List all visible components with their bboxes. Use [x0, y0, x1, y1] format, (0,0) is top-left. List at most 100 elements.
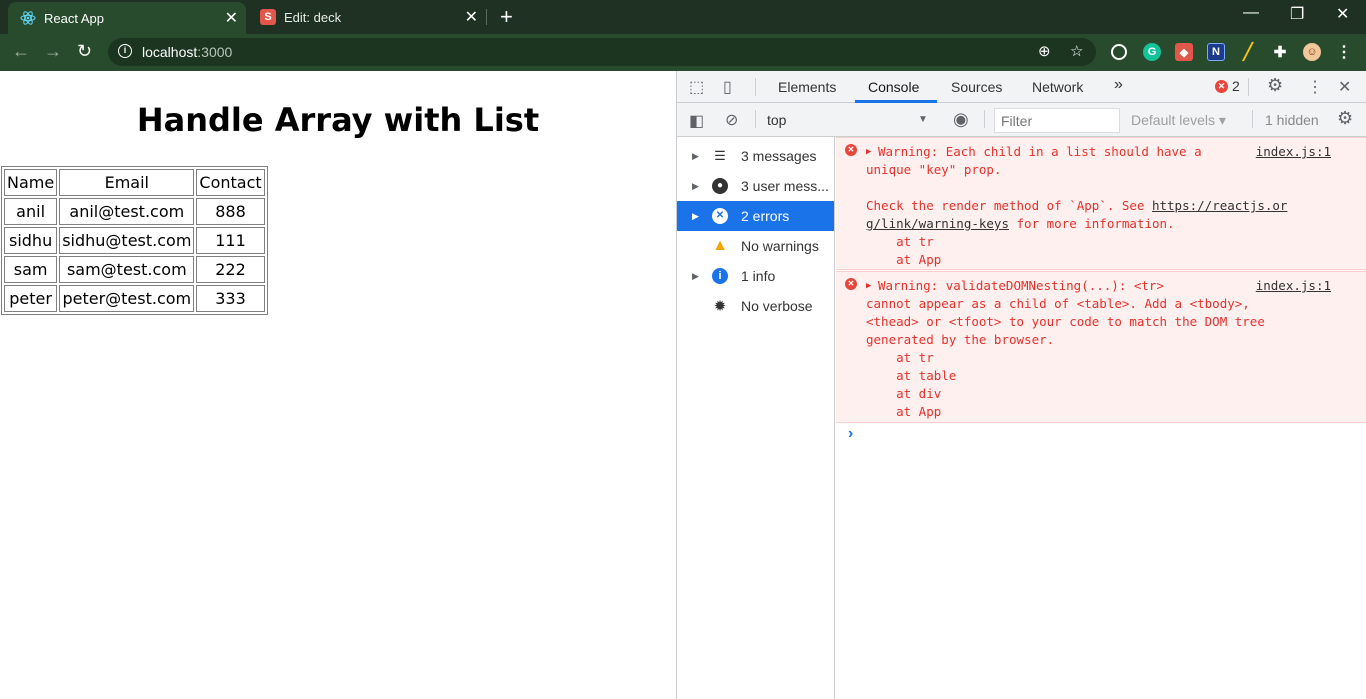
table-cell: 333	[196, 285, 265, 312]
error-icon: ✕	[845, 144, 857, 156]
expand-triangle-icon[interactable]: ▶	[866, 143, 871, 161]
table-header-cell: Contact	[196, 169, 265, 196]
new-tab-button[interactable]: +	[500, 5, 513, 29]
console-sidebar: ▶ ☰ 3 messages ▶ ● 3 user mess... ▶ ✕ 2 …	[677, 137, 835, 699]
table-cell: 111	[196, 227, 265, 254]
source-link[interactable]: index.js:1	[1256, 278, 1331, 293]
address-bar[interactable]: i localhost:3000 ⊕ ☆	[108, 38, 1096, 66]
chevron-down-icon[interactable]: ▼	[918, 114, 928, 125]
sidebar-item-messages[interactable]: ▶ ☰ 3 messages	[677, 141, 834, 171]
source-link[interactable]: index.js:1	[1256, 144, 1331, 159]
site-info-icon[interactable]: i	[118, 44, 132, 58]
bookmark-star-icon[interactable]: ☆	[1070, 42, 1083, 60]
divider	[755, 78, 756, 96]
sidebar-item-verbose[interactable]: ✹ No verbose	[677, 291, 834, 321]
docs-link[interactable]: https://reactjs.or	[1152, 198, 1287, 213]
sidebar-item-info[interactable]: ▶ i 1 info	[677, 261, 834, 291]
console-error-message[interactable]: ✕ ▶ Warning: Each child in a list should…	[836, 137, 1366, 270]
pen-extension-icon[interactable]: ╱	[1239, 43, 1257, 61]
table-cell: sidhu@test.com	[59, 227, 195, 254]
expand-triangle-icon[interactable]: ▶	[692, 151, 699, 162]
minimize-icon[interactable]: —	[1243, 4, 1259, 22]
expand-triangle-icon[interactable]: ▶	[692, 211, 699, 222]
divider	[755, 110, 756, 128]
error-icon: ✕	[711, 207, 729, 225]
restore-icon[interactable]: ❐	[1290, 4, 1304, 24]
warning-icon: ▲	[712, 237, 728, 254]
extension-red-icon[interactable]: ◆	[1175, 43, 1193, 61]
extension-record-icon[interactable]	[1111, 44, 1127, 60]
browser-menu-icon[interactable]: ⋮	[1335, 43, 1353, 61]
tab-edit-deck[interactable]: S Edit: deck ✕	[248, 0, 486, 34]
list-icon: ☰	[714, 148, 726, 163]
sidebar-item-user-messages[interactable]: ▶ ● 3 user mess...	[677, 171, 834, 201]
grammarly-icon[interactable]: G	[1143, 43, 1161, 61]
bug-icon: ✹	[713, 298, 727, 315]
tab-elements[interactable]: Elements	[778, 79, 836, 95]
expand-triangle-icon[interactable]: ▶	[866, 277, 871, 295]
table-cell: sam@test.com	[59, 256, 195, 283]
table-header-cell: Name	[4, 169, 58, 196]
extensions-puzzle-icon[interactable]: ✚	[1271, 43, 1289, 61]
error-icon: ✕	[1215, 79, 1228, 93]
sidebar-item-warnings[interactable]: ▲ No warnings	[677, 231, 834, 261]
console-settings-gear-icon[interactable]: ⚙	[1337, 108, 1353, 129]
url-text: localhost:3000	[142, 44, 233, 60]
close-tab-icon[interactable]: ✕	[465, 7, 478, 27]
extension-n-icon[interactable]: N	[1207, 43, 1225, 61]
console-prompt-chevron-icon[interactable]: ›	[848, 425, 853, 443]
devtools-menu-icon[interactable]: ⋮	[1307, 77, 1323, 97]
device-toolbar-icon[interactable]: ▯	[723, 77, 732, 97]
filter-input[interactable]	[994, 108, 1120, 133]
sidebar-item-errors[interactable]: ▶ ✕ 2 errors	[677, 201, 834, 231]
tab-sources[interactable]: Sources	[951, 79, 1002, 95]
table-header-cell: Email	[59, 169, 195, 196]
window-close-icon[interactable]: ✕	[1336, 4, 1349, 24]
table-cell: 222	[196, 256, 265, 283]
divider	[984, 110, 985, 128]
page-title: Handle Array with List	[136, 101, 540, 139]
expand-triangle-icon[interactable]: ▶	[692, 181, 699, 192]
table-cell: peter@test.com	[59, 285, 195, 312]
console-filterbar: ◧ ⊘ top ▼ ◉ Default levels ▾ 1 hidden ⚙	[677, 103, 1366, 137]
error-icon: ✕	[845, 278, 857, 290]
reload-icon[interactable]: ↻	[77, 41, 92, 62]
users-table: Name Email Contact anil anil@test.com 88…	[1, 166, 268, 315]
more-tabs-button[interactable]: »	[1114, 76, 1123, 94]
console-error-message[interactable]: ✕ ▶ Warning: validateDOMNesting(...): <t…	[836, 271, 1366, 423]
message-line: Check the render method of `App`. See ht…	[866, 198, 1288, 213]
close-tab-icon[interactable]: ✕	[225, 8, 238, 28]
tab-console[interactable]: Console	[868, 79, 919, 95]
table-cell: anil	[4, 198, 58, 225]
inspect-element-icon[interactable]: ⬚	[689, 77, 704, 97]
profile-avatar[interactable]: ☺	[1303, 43, 1321, 61]
error-count-badge[interactable]: ✕ 2	[1215, 78, 1240, 94]
table-row: sidhu sidhu@test.com 111	[4, 227, 265, 254]
console-output: ✕ ▶ Warning: Each child in a list should…	[836, 137, 1366, 699]
user-icon: ●	[711, 177, 729, 195]
table-row: peter peter@test.com 333	[4, 285, 265, 312]
expand-triangle-icon[interactable]: ▶	[692, 271, 699, 282]
table-cell: peter	[4, 285, 58, 312]
live-expression-eye-icon[interactable]: ◉	[953, 109, 969, 130]
docs-link-continued[interactable]: g/link/warning-keys	[866, 216, 1009, 231]
message-line: g/link/warning-keys for more information…	[866, 216, 1175, 231]
context-select[interactable]: top	[767, 112, 786, 128]
react-icon	[20, 10, 36, 26]
zoom-icon[interactable]: ⊕	[1038, 42, 1051, 60]
table-cell: 888	[196, 198, 265, 225]
slides-icon: S	[260, 9, 276, 25]
close-devtools-icon[interactable]: ✕	[1338, 77, 1351, 97]
sidebar-toggle-icon[interactable]: ◧	[689, 111, 704, 131]
settings-gear-icon[interactable]: ⚙	[1267, 75, 1283, 96]
back-icon[interactable]: ←	[12, 41, 30, 62]
log-levels-dropdown[interactable]: Default levels ▾	[1131, 112, 1226, 129]
forward-icon[interactable]: →	[44, 41, 62, 62]
clear-console-icon[interactable]: ⊘	[725, 110, 738, 130]
table-header-row: Name Email Contact	[4, 169, 265, 196]
page-content: Handle Array with List Name Email Contac…	[0, 71, 676, 699]
tab-react-app[interactable]: React App ✕	[8, 2, 246, 34]
table-row: anil anil@test.com 888	[4, 198, 265, 225]
tab-network[interactable]: Network	[1032, 79, 1083, 95]
divider	[1248, 78, 1249, 96]
